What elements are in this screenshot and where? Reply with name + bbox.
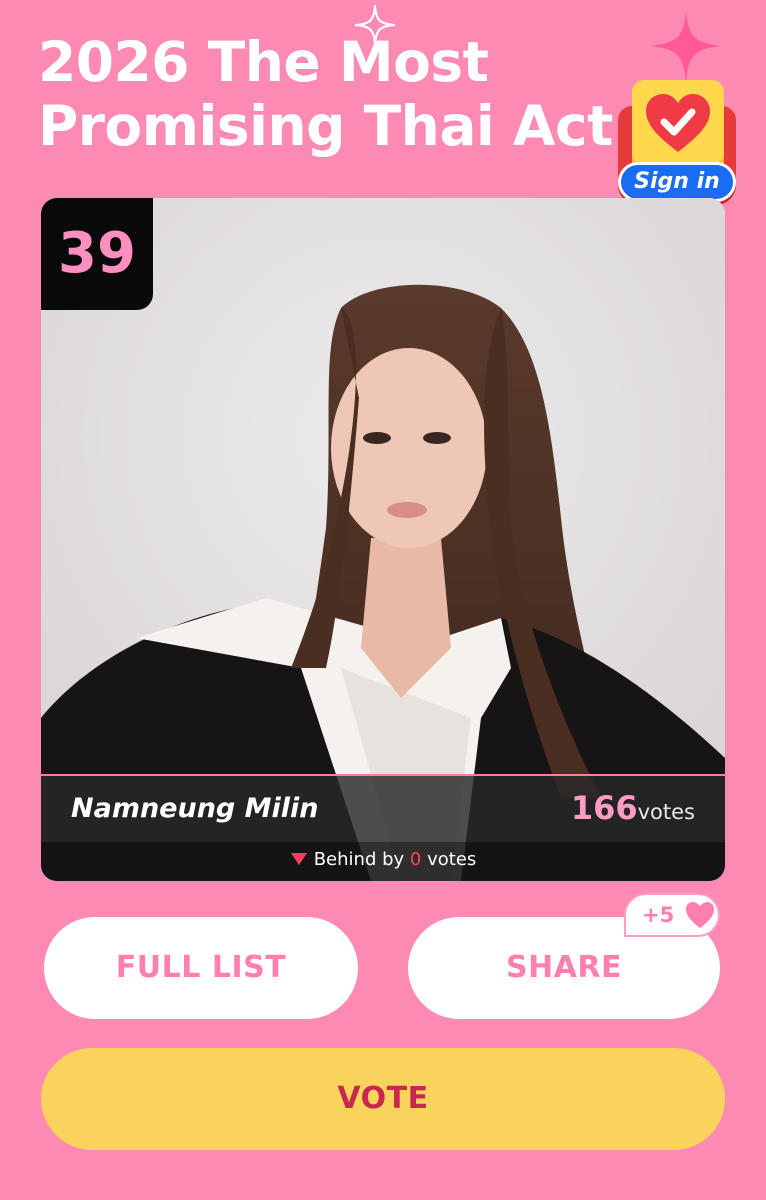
behind-value: 0 <box>409 849 422 870</box>
page-title: 2026 The Most Promising Thai Act <box>38 30 638 158</box>
behind-suffix: votes <box>427 849 477 870</box>
heart-icon <box>686 902 714 928</box>
vote-button[interactable]: VOTE <box>41 1048 725 1150</box>
share-bonus-text: +5 <box>642 903 675 927</box>
vote-count: 166 <box>570 789 638 827</box>
candidate-name: Namneung Milin <box>71 793 319 824</box>
share-bonus-tag: +5 <box>624 893 720 937</box>
behind-prefix: Behind by <box>313 849 405 870</box>
behind-bar: Behind by 0 votes <box>41 842 725 881</box>
signin-button[interactable]: Sign in <box>618 162 736 202</box>
info-bar: Namneung Milin 166votes <box>41 774 725 842</box>
candidate-card: 39 Namneung Milin 166votes Behind by 0 v… <box>41 198 725 881</box>
heart-check-icon <box>646 94 710 152</box>
title-line-1: 2026 The Most <box>38 30 489 94</box>
sparkle-icon <box>354 4 396 46</box>
full-list-button[interactable]: FULL LIST <box>44 917 358 1019</box>
vote-unit: votes <box>637 800 695 824</box>
title-line-2: Promising Thai Act <box>38 94 613 158</box>
vote-total: 166votes <box>571 788 695 832</box>
signin-badge[interactable]: Sign in <box>612 76 742 210</box>
sparkle-icon <box>650 10 722 84</box>
rank-badge: 39 <box>41 198 153 310</box>
triangle-down-icon <box>290 853 307 865</box>
